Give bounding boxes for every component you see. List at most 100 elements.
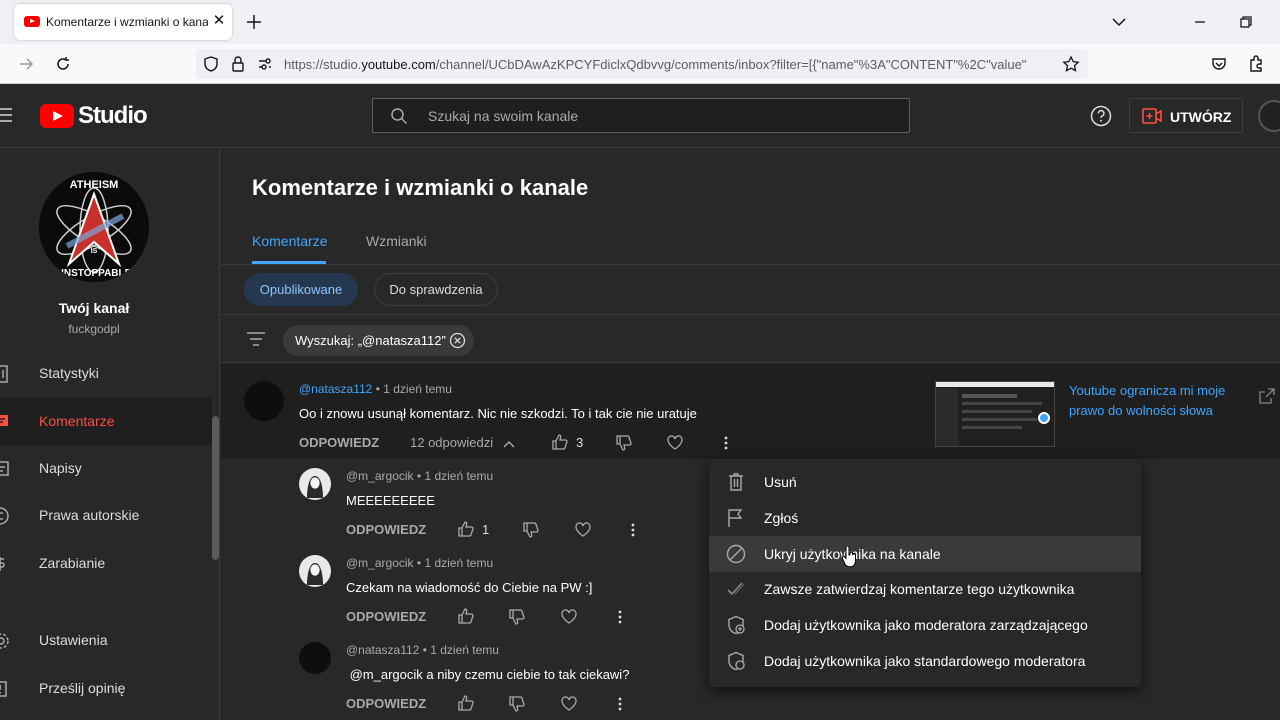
- channel-handle: fuckgodpl: [68, 322, 120, 336]
- like-icon[interactable]: [458, 521, 474, 537]
- reply-meta: @natasza112 • 1 dzień temu: [346, 643, 499, 657]
- permissions-icon[interactable]: [257, 56, 273, 72]
- more-options-icon[interactable]: [612, 696, 628, 712]
- studio-logo[interactable]: Studio: [40, 102, 148, 129]
- sidebar-item-ustawienia[interactable]: Ustawienia: [0, 617, 212, 664]
- sidebar-item-prawa-autorskie[interactable]: Prawa autorskie: [0, 492, 212, 539]
- heart-icon[interactable]: [561, 696, 577, 712]
- reply-button[interactable]: ODPOWIEDZ: [299, 435, 379, 450]
- shield-tracking-icon[interactable]: [202, 55, 220, 73]
- reply-author[interactable]: @m_argocik: [346, 469, 414, 483]
- tab-wzmianki[interactable]: Wzmianki: [366, 233, 427, 249]
- browser-tab[interactable]: Komentarze i wzmianki o kanale ✕: [14, 4, 232, 40]
- reload-icon[interactable]: [53, 54, 73, 74]
- heart-icon[interactable]: [667, 435, 683, 451]
- sidebar-scrollbar[interactable]: [212, 416, 219, 560]
- more-options-icon[interactable]: [718, 435, 734, 451]
- create-video-icon: [1142, 108, 1162, 124]
- menu-item-ukryj-uzytkownika[interactable]: Ukryj użytkownika na kanale: [709, 536, 1141, 572]
- avatar[interactable]: [299, 555, 331, 587]
- comments-icon: [0, 415, 8, 426]
- like-icon[interactable]: [458, 608, 474, 624]
- tabs-divider: [221, 264, 1280, 265]
- forward-icon[interactable]: [16, 54, 36, 74]
- copyright-icon: [0, 507, 9, 525]
- bookmark-star-icon[interactable]: [1062, 55, 1080, 73]
- comment-author[interactable]: @natasza112: [299, 382, 372, 396]
- sidebar: ATHEISM IS UNSTOPPABLE Twój kanał fuckgo…: [0, 148, 220, 720]
- like-icon[interactable]: [458, 695, 474, 711]
- sidebar-item-statystyki[interactable]: Statystyki: [0, 350, 212, 397]
- avatar[interactable]: [299, 642, 331, 674]
- more-options-icon[interactable]: [612, 609, 628, 625]
- create-button[interactable]: UTWÓRZ: [1129, 98, 1243, 133]
- menu-item-moderator-zarzadzajacy[interactable]: Dodaj użytkownika jako moderatora zarząd…: [709, 607, 1141, 643]
- menu-item-zglos[interactable]: Zgłoś: [709, 500, 1141, 536]
- shield-icon: [728, 651, 745, 671]
- hand-cursor-icon: [842, 546, 856, 568]
- youtube-favicon-icon: [24, 16, 40, 27]
- video-thumbnail[interactable]: [935, 381, 1055, 447]
- help-icon[interactable]: [1090, 105, 1112, 127]
- address-bar[interactable]: https://studio.youtube.com/channel/UCbDA…: [196, 49, 1088, 79]
- minimize-icon[interactable]: [1190, 12, 1210, 32]
- new-tab-icon[interactable]: [244, 12, 264, 32]
- reply-meta: @m_argocik • 1 dzień temu: [346, 556, 494, 570]
- reply-button[interactable]: ODPOWIEDZ: [346, 609, 426, 624]
- more-options-icon[interactable]: [625, 522, 641, 538]
- clear-filter-icon[interactable]: [449, 332, 466, 349]
- pocket-icon[interactable]: [1209, 54, 1229, 74]
- chip-opublikowane[interactable]: Opublikowane: [244, 273, 358, 306]
- like-count: 1: [482, 522, 490, 537]
- browser-nav-bar: https://studio.youtube.com/channel/UCbDA…: [0, 44, 1280, 84]
- dislike-icon[interactable]: [509, 609, 525, 625]
- subtitles-icon: [0, 461, 9, 476]
- like-icon[interactable]: [552, 434, 568, 450]
- avatar[interactable]: [299, 468, 331, 500]
- tab-close-icon[interactable]: ✕: [210, 12, 228, 30]
- reply-button[interactable]: ODPOWIEDZ: [346, 522, 426, 537]
- list-tabs-icon[interactable]: [1109, 12, 1129, 32]
- like-count: 3: [576, 435, 584, 450]
- chip-do-sprawdzenia[interactable]: Do sprawdzenia: [374, 273, 498, 306]
- comment-context-menu: Usuń Zgłoś Ukryj użytkownika na kanale Z…: [709, 459, 1141, 687]
- menu-item-moderator-standardowy[interactable]: Dodaj użytkownika jako standardowego mod…: [709, 643, 1141, 679]
- channel-avatar[interactable]: ATHEISM IS UNSTOPPABLE: [39, 172, 149, 282]
- reply-author[interactable]: @m_argocik: [346, 556, 414, 570]
- dislike-icon[interactable]: [523, 522, 539, 538]
- restore-icon[interactable]: [1236, 12, 1256, 32]
- channel-name: Twój kanał: [58, 300, 130, 316]
- sidebar-item-napisy[interactable]: Napisy: [0, 445, 212, 492]
- reply-text: MEEEEEEEEE: [346, 493, 435, 508]
- sidebar-item-komentarze[interactable]: Komentarze: [0, 398, 212, 445]
- tab-komentarze[interactable]: Komentarze: [252, 233, 327, 249]
- dislike-icon[interactable]: [509, 696, 525, 712]
- dislike-icon[interactable]: [616, 435, 632, 451]
- menu-item-zawsze-zatwierdzaj[interactable]: Zawsze zatwierdzaj komentarze tego użytk…: [709, 571, 1141, 607]
- account-avatar[interactable]: [1258, 100, 1280, 132]
- replies-toggle[interactable]: 12 odpowiedzi: [410, 435, 515, 450]
- avatar[interactable]: [244, 381, 284, 421]
- block-icon: [726, 544, 746, 564]
- menu-item-usun[interactable]: Usuń: [709, 464, 1141, 500]
- external-link-icon[interactable]: [1259, 388, 1275, 404]
- comment-text: Oo i znowu usunął komentarz. Nic nie szk…: [299, 406, 697, 421]
- menu-icon[interactable]: [0, 108, 12, 122]
- search-filter-chip[interactable]: Wyszukaj: „@natasza112”: [283, 325, 474, 356]
- url-text: https://studio.youtube.com/channel/UCbDA…: [284, 57, 1027, 72]
- reply-button[interactable]: ODPOWIEDZ: [346, 696, 426, 711]
- heart-icon[interactable]: [561, 609, 577, 625]
- feedback-icon: [0, 681, 7, 697]
- reply-time: 1 dzień temu: [424, 469, 494, 483]
- lock-icon[interactable]: [230, 55, 246, 73]
- heart-icon[interactable]: [575, 522, 591, 538]
- avatar-text-bottom: UNSTOPPABLE: [57, 268, 132, 279]
- video-title-link[interactable]: Youtube ogranicza mi moje prawo do wolno…: [1069, 381, 1239, 421]
- reply-author[interactable]: @natasza112: [346, 643, 419, 657]
- sidebar-item-zarabianie[interactable]: Zarabianie: [0, 540, 212, 587]
- girl-avatar-icon: [307, 476, 323, 498]
- search-input[interactable]: Szukaj na swoim kanale: [372, 98, 910, 133]
- filter-icon[interactable]: [247, 332, 265, 346]
- extensions-icon[interactable]: [1246, 54, 1266, 74]
- sidebar-item-przeslij-opinie[interactable]: Prześlij opinię: [0, 665, 212, 712]
